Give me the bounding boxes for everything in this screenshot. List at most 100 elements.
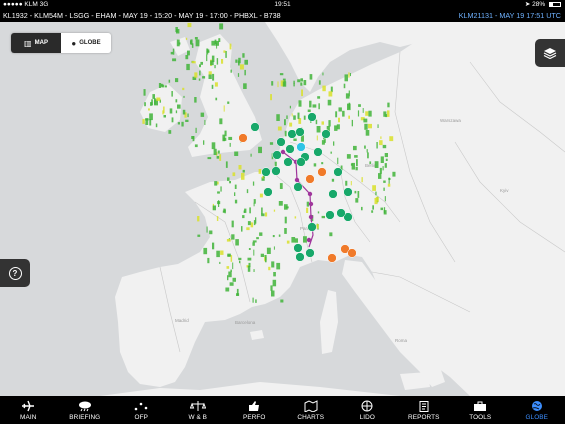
radar-cell xyxy=(289,105,291,109)
radar-cell xyxy=(365,130,370,136)
radar-cell xyxy=(284,216,287,224)
radar-cell xyxy=(217,150,220,154)
waypoint xyxy=(306,237,312,243)
radar-cell xyxy=(163,106,165,114)
radar-cell xyxy=(250,153,252,157)
globe-view-button[interactable]: ● GLOBE xyxy=(61,33,111,53)
radar-cell xyxy=(301,89,303,97)
radar-cell xyxy=(303,80,307,86)
radar-cell xyxy=(225,161,228,168)
radar-cell xyxy=(278,234,281,237)
station-marker-orange[interactable] xyxy=(327,253,337,263)
station-marker-green[interactable] xyxy=(296,157,306,167)
tab-tools[interactable]: TOOLS xyxy=(452,396,509,424)
station-marker-green[interactable] xyxy=(263,187,273,197)
tab-main[interactable]: MAIN xyxy=(0,396,57,424)
radar-cell xyxy=(204,119,206,125)
radar-cell xyxy=(252,297,254,303)
station-marker-green[interactable] xyxy=(295,252,305,262)
station-marker-orange[interactable] xyxy=(347,248,357,258)
view-toggle[interactable]: ▥ MAP ● GLOBE xyxy=(11,33,111,53)
station-marker-green[interactable] xyxy=(271,166,281,176)
station-marker-orange[interactable] xyxy=(305,174,315,184)
station-marker-green[interactable] xyxy=(336,208,346,218)
map-view-button[interactable]: ▥ MAP xyxy=(11,33,61,53)
help-button[interactable]: ? xyxy=(0,259,30,287)
radar-cell xyxy=(219,23,224,30)
radar-cell xyxy=(168,130,172,134)
europe-map[interactable]: Barcelona Madrid Paris Berlin Warszawa R… xyxy=(0,22,565,396)
station-marker-green[interactable] xyxy=(276,137,286,147)
station-marker-cyan[interactable] xyxy=(296,142,306,152)
radar-cell xyxy=(272,279,277,287)
station-marker-green[interactable] xyxy=(293,182,303,192)
radar-cell xyxy=(388,178,391,180)
station-marker-green[interactable] xyxy=(250,122,260,132)
tab-lido[interactable]: LIDO xyxy=(339,396,396,424)
weather-map[interactable]: Barcelona Madrid Paris Berlin Warszawa R… xyxy=(0,22,565,396)
radar-cell xyxy=(228,271,232,278)
station-marker-green[interactable] xyxy=(305,248,315,258)
battery-icon xyxy=(549,1,561,7)
radar-cell xyxy=(255,299,257,303)
radar-cell xyxy=(282,81,287,87)
tab-charts[interactable]: CHARTS xyxy=(283,396,340,424)
waypoint xyxy=(294,177,300,183)
station-marker-green[interactable] xyxy=(307,222,317,232)
radar-cell xyxy=(321,162,324,165)
tab-briefing[interactable]: BRIEFING xyxy=(57,396,114,424)
station-marker-orange[interactable] xyxy=(238,133,248,143)
station-marker-green[interactable] xyxy=(283,157,293,167)
utc-timestamp[interactable]: KLM21131 - MAY 19 17:51 UTC xyxy=(459,10,561,22)
radar-cell xyxy=(142,119,145,124)
tab-globe[interactable]: GLOBE xyxy=(509,396,565,424)
radar-cell xyxy=(322,72,324,76)
station-marker-green[interactable] xyxy=(287,129,297,139)
radar-cell xyxy=(328,91,333,97)
tab-w-b[interactable]: W & B xyxy=(170,396,227,424)
station-marker-green[interactable] xyxy=(295,127,305,137)
radar-cell xyxy=(171,117,174,123)
radar-cell xyxy=(212,73,215,81)
tab-ofp[interactable]: OFP xyxy=(113,396,170,424)
lido-icon xyxy=(357,399,377,412)
tab-perfo[interactable]: PERFO xyxy=(226,396,283,424)
radar-cell xyxy=(284,228,287,234)
radar-cell xyxy=(248,262,251,268)
station-marker-green[interactable] xyxy=(343,187,353,197)
help-icon: ? xyxy=(8,266,22,280)
radar-cell xyxy=(335,111,338,118)
radar-cell xyxy=(368,123,372,129)
radar-cell xyxy=(259,232,263,236)
radar-cell xyxy=(357,191,360,198)
radar-cell xyxy=(177,104,181,109)
globe-icon: ● xyxy=(71,38,77,48)
station-marker-orange[interactable] xyxy=(317,167,327,177)
radar-cell xyxy=(194,72,198,78)
radar-cell xyxy=(378,173,382,179)
station-marker-green[interactable] xyxy=(261,167,271,177)
station-marker-green[interactable] xyxy=(313,147,323,157)
radar-cell xyxy=(211,84,214,89)
radar-cell xyxy=(354,190,357,194)
station-marker-green[interactable] xyxy=(321,129,331,139)
station-marker-green[interactable] xyxy=(333,167,343,177)
station-marker-green[interactable] xyxy=(325,210,335,220)
radar-cell xyxy=(207,157,212,160)
charts-icon xyxy=(301,399,321,412)
layers-button[interactable] xyxy=(535,39,565,67)
svg-text:Roma: Roma xyxy=(395,338,408,343)
radar-cell xyxy=(239,260,241,264)
tab-reports[interactable]: REPORTS xyxy=(396,396,453,424)
station-marker-green[interactable] xyxy=(293,243,303,253)
station-marker-green[interactable] xyxy=(307,112,317,122)
globe-view-label: GLOBE xyxy=(79,40,101,46)
station-marker-green[interactable] xyxy=(272,150,282,160)
radar-cell xyxy=(213,148,217,155)
radar-cell xyxy=(238,257,242,261)
station-marker-green[interactable] xyxy=(328,189,338,199)
radar-cell xyxy=(158,83,162,88)
station-marker-green[interactable] xyxy=(285,144,295,154)
battery-status: ➤ 28% xyxy=(525,0,561,10)
radar-cell xyxy=(273,272,276,277)
